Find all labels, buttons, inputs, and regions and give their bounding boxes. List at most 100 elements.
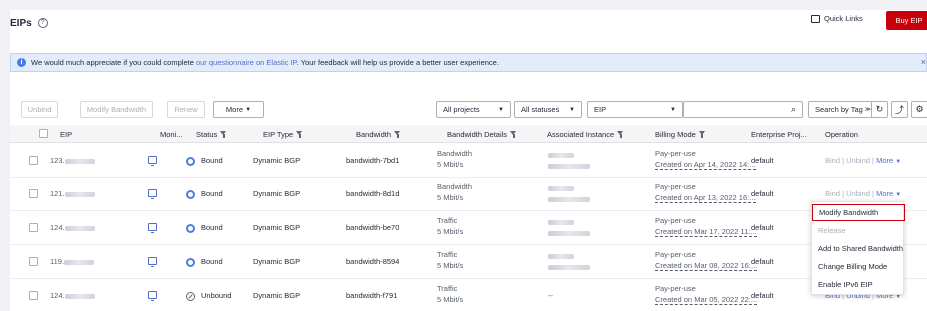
associated-instance[interactable] bbox=[548, 183, 590, 202]
search-input[interactable]: ⌕ bbox=[683, 101, 803, 118]
status-badge: Bound bbox=[186, 156, 223, 166]
status-label: Bound bbox=[201, 189, 223, 198]
col-status[interactable]: Status bbox=[196, 130, 227, 139]
billing-mode: Pay-per-use bbox=[655, 284, 696, 293]
row-checkbox[interactable] bbox=[29, 156, 38, 165]
settings-icon[interactable]: ⚙ bbox=[911, 101, 927, 118]
billing-created: Created on Mar 17, 2022 11:... bbox=[655, 227, 757, 237]
col-status-label: Status bbox=[196, 130, 218, 139]
eip-address[interactable]: 121. bbox=[50, 189, 95, 198]
masked-instance-name bbox=[548, 219, 574, 225]
status-label: Bound bbox=[201, 223, 223, 232]
associated-instance[interactable] bbox=[548, 217, 590, 236]
eip-type: Dynamic BGP bbox=[253, 189, 301, 198]
modify-bandwidth-button[interactable]: Modify Bandwidth bbox=[80, 101, 153, 118]
monitor-icon[interactable] bbox=[148, 257, 157, 267]
menu-add-to-shared-bandwidth[interactable]: Add to Shared Bandwidth bbox=[812, 240, 905, 257]
table-row: 119. Bound Dynamic BGP bandwidth-8594 Tr… bbox=[10, 245, 927, 279]
billing-mode: Pay-per-use bbox=[655, 182, 696, 191]
refresh-icon[interactable]: ↻ bbox=[871, 101, 888, 118]
search-by-tag-button[interactable]: Search by Tag ≫ bbox=[808, 101, 878, 118]
menu-modify-bandwidth[interactable]: Modify Bandwidth bbox=[812, 204, 905, 221]
unbind-link[interactable]: Unbind bbox=[846, 189, 870, 198]
page-title: EIPs bbox=[10, 17, 32, 29]
enterprise-project: default bbox=[751, 156, 774, 165]
col-eip[interactable]: EIP bbox=[60, 130, 72, 139]
billing-mode: Pay-per-use bbox=[655, 250, 696, 259]
col-bandwidth[interactable]: Bandwidth bbox=[356, 130, 401, 139]
monitor-icon[interactable] bbox=[148, 189, 157, 199]
masked-instance-id bbox=[548, 196, 590, 202]
associated-instance[interactable] bbox=[548, 251, 590, 270]
more-link[interactable]: More ▼ bbox=[876, 189, 901, 198]
col-eip-type[interactable]: EIP Type bbox=[263, 130, 303, 139]
close-icon[interactable]: × bbox=[921, 57, 926, 67]
unbound-icon bbox=[186, 291, 195, 301]
help-circle-icon[interactable]: ? bbox=[37, 18, 48, 28]
row-checkbox[interactable] bbox=[29, 257, 38, 266]
menu-enable-ipv6-eip[interactable]: Enable IPv6 EIP bbox=[812, 276, 905, 293]
bind-link[interactable]: Bind bbox=[825, 156, 840, 165]
bandwidth-name[interactable]: bandwidth-be70 bbox=[346, 223, 399, 232]
monitor-icon[interactable] bbox=[148, 291, 157, 301]
unbind-link[interactable]: Unbind bbox=[846, 156, 870, 165]
masked-ip bbox=[64, 158, 95, 164]
row-checkbox[interactable] bbox=[29, 189, 38, 198]
renew-button[interactable]: Renew bbox=[167, 101, 205, 118]
questionnaire-link[interactable]: our questionnaire on Elastic IP bbox=[196, 58, 297, 67]
separator: | bbox=[872, 189, 874, 198]
col-bandwidth-details-label: Bandwidth Details bbox=[447, 130, 508, 139]
more-link[interactable]: More ▼ bbox=[876, 156, 901, 165]
eip-address[interactable]: 124. bbox=[50, 291, 95, 300]
eip-address[interactable]: 124. bbox=[50, 223, 95, 232]
buy-eip-button[interactable]: Buy EIP bbox=[886, 11, 927, 30]
billing-mode: Pay-per-use bbox=[655, 149, 696, 158]
more-label: More bbox=[225, 105, 244, 114]
search-type-select[interactable]: EIP ▼ bbox=[587, 101, 683, 118]
project-select-value: All projects bbox=[443, 105, 480, 114]
eip-address[interactable]: 119. bbox=[50, 257, 95, 266]
bandwidth-name[interactable]: bandwidth-f791 bbox=[346, 291, 397, 300]
filter-icon[interactable] bbox=[617, 131, 624, 138]
col-billing-mode[interactable]: Billing Mode bbox=[655, 130, 706, 139]
unbind-button[interactable]: Unbind bbox=[21, 101, 58, 118]
col-associated-instance-label: Associated Instance bbox=[547, 130, 615, 139]
col-associated-instance[interactable]: Associated Instance bbox=[547, 130, 624, 139]
table-row: 124. Bound Dynamic BGP bandwidth-be70 Tr… bbox=[10, 211, 927, 245]
separator: | bbox=[842, 156, 845, 165]
eip-address[interactable]: 123. bbox=[50, 156, 95, 165]
status-badge: Bound bbox=[186, 189, 223, 199]
masked-instance-id bbox=[548, 163, 590, 169]
search-icon[interactable]: ⌕ bbox=[791, 104, 796, 115]
bandwidth-size: 5 Mbit/s bbox=[437, 193, 464, 202]
row-checkbox[interactable] bbox=[29, 223, 38, 232]
filter-icon[interactable] bbox=[510, 131, 517, 138]
monitor-icon[interactable] bbox=[148, 156, 157, 166]
row-checkbox[interactable] bbox=[29, 291, 38, 300]
filter-icon[interactable] bbox=[394, 131, 401, 138]
enterprise-project: default bbox=[751, 291, 774, 300]
masked-ip bbox=[64, 191, 95, 197]
quick-links[interactable]: Quick Links bbox=[811, 14, 863, 23]
bandwidth-type: Bandwidth bbox=[437, 182, 473, 191]
monitor-icon[interactable] bbox=[148, 223, 157, 233]
bandwidth-type: Traffic bbox=[437, 250, 458, 259]
export-icon[interactable]: ⤴ bbox=[891, 101, 908, 118]
menu-change-billing-mode[interactable]: Change Billing Mode bbox=[812, 258, 905, 275]
more-button[interactable]: More ▼ bbox=[213, 101, 264, 118]
associated-instance[interactable] bbox=[548, 150, 590, 169]
filter-icon[interactable] bbox=[698, 131, 706, 138]
bind-link[interactable]: Bind bbox=[825, 189, 840, 198]
table-row: 123. Bound Dynamic BGP bandwidth-7bd1 Ba… bbox=[10, 144, 927, 178]
col-bandwidth-details[interactable]: Bandwidth Details bbox=[447, 130, 517, 139]
bandwidth-name[interactable]: bandwidth-8d1d bbox=[346, 189, 399, 198]
feedback-banner: i We would much appreciate if you could … bbox=[10, 53, 927, 72]
chevron-down-icon: ▼ bbox=[895, 159, 902, 165]
select-all-checkbox[interactable] bbox=[39, 129, 48, 138]
status-select[interactable]: All statuses ▼ bbox=[514, 101, 582, 118]
bandwidth-name[interactable]: bandwidth-7bd1 bbox=[346, 156, 399, 165]
filter-icon[interactable] bbox=[220, 131, 227, 138]
filter-icon[interactable] bbox=[296, 131, 303, 138]
bandwidth-name[interactable]: bandwidth-8594 bbox=[346, 257, 399, 266]
project-select[interactable]: All projects ▼ bbox=[436, 101, 511, 118]
